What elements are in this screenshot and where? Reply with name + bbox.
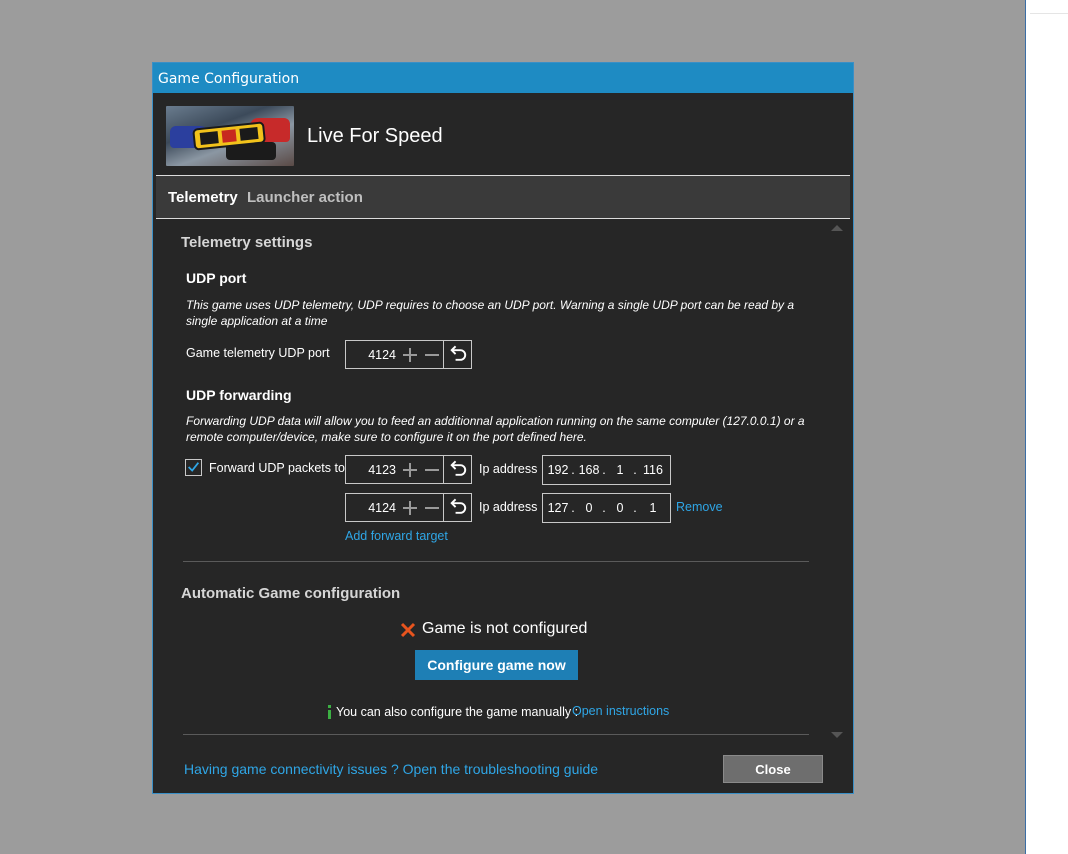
tab-bar: Telemetry Launcher action: [156, 175, 850, 219]
ip-octet[interactable]: 0: [578, 501, 600, 515]
forward-target-2-port[interactable]: 4124: [350, 501, 396, 515]
minus-icon[interactable]: [422, 498, 442, 518]
ip-octet[interactable]: 116: [642, 463, 664, 477]
checkmark-icon: [188, 462, 200, 472]
game-name: Live For Speed: [307, 125, 443, 147]
troubleshooting-guide-link[interactable]: Having game connectivity issues ? Open t…: [184, 761, 598, 777]
minus-icon[interactable]: [422, 345, 442, 365]
ip-dot: .: [633, 463, 637, 477]
udp-port-title: UDP port: [186, 270, 247, 286]
udp-forwarding-title: UDP forwarding: [186, 387, 292, 403]
ip-octet[interactable]: 192: [547, 463, 569, 477]
udp-port-label: Game telemetry UDP port: [186, 346, 330, 360]
udp-forwarding-description-line2: remote computer/device, make sure to con…: [186, 430, 587, 444]
ip-octet[interactable]: 1: [609, 463, 631, 477]
tab-telemetry[interactable]: Telemetry: [168, 189, 238, 206]
telemetry-settings-title: Telemetry settings: [181, 234, 313, 251]
close-button[interactable]: Close: [723, 755, 823, 783]
forward-udp-label: Forward UDP packets to: [209, 461, 345, 475]
ip-octet[interactable]: 127: [547, 501, 569, 515]
udp-port-stepper[interactable]: 4124: [345, 340, 472, 369]
udp-port-description-line1: This game uses UDP telemetry, UDP requir…: [186, 298, 795, 312]
udp-forwarding-description: Forwarding UDP data will allow you to fe…: [186, 413, 805, 445]
ip-address-label-1: Ip address: [479, 462, 538, 476]
footer-divider: [183, 734, 809, 735]
info-icon: [328, 705, 331, 719]
ip-address-field-2[interactable]: 127 . 0 . 0 . 1: [542, 493, 671, 523]
ip-address-label-2: Ip address: [479, 500, 538, 514]
forward-target-1-port-stepper[interactable]: 4123: [345, 455, 472, 484]
ip-dot: .: [633, 501, 637, 515]
section-divider: [183, 561, 809, 562]
remove-target-link[interactable]: Remove: [676, 500, 723, 514]
minus-icon[interactable]: [422, 460, 442, 480]
ip-octet[interactable]: 168: [578, 463, 600, 477]
manual-config-text: You can also configure the game manually…: [336, 705, 579, 719]
ip-address-field-1[interactable]: 192 . 168 . 1 . 116: [542, 455, 671, 485]
configure-game-button[interactable]: Configure game now: [415, 650, 578, 680]
dialog-title: Game Configuration: [158, 71, 300, 87]
forward-target-2-port-stepper[interactable]: 4124: [345, 493, 472, 522]
udp-port-value[interactable]: 4124: [350, 348, 396, 362]
pane-divider: [1030, 13, 1068, 14]
plus-icon[interactable]: [400, 460, 420, 480]
tab-launcher-action[interactable]: Launcher action: [247, 189, 363, 206]
config-status-text: Game is not configured: [422, 620, 588, 637]
ip-dot: .: [571, 463, 575, 477]
udp-port-description-line2: single application at a time: [186, 314, 328, 328]
ip-dot: .: [602, 501, 606, 515]
ip-octet[interactable]: 1: [642, 501, 664, 515]
ip-octet[interactable]: 0: [609, 501, 631, 515]
automatic-config-title: Automatic Game configuration: [181, 585, 401, 602]
udp-forwarding-description-line1: Forwarding UDP data will allow you to fe…: [186, 414, 805, 428]
forward-udp-checkbox[interactable]: [185, 459, 202, 476]
scroll-up-arrow-icon[interactable]: [831, 223, 843, 231]
plus-icon[interactable]: [400, 345, 420, 365]
ip-dot: .: [602, 463, 606, 477]
background-window-pane: [1025, 0, 1068, 854]
game-thumbnail: [166, 106, 294, 166]
reset-undo-icon[interactable]: [443, 456, 471, 483]
add-forward-target-link[interactable]: Add forward target: [345, 529, 448, 543]
ip-dot: .: [571, 501, 575, 515]
open-instructions-link[interactable]: Open instructions: [572, 704, 669, 718]
reset-undo-icon[interactable]: [443, 341, 471, 368]
plus-icon[interactable]: [400, 498, 420, 518]
dialog-titlebar[interactable]: Game Configuration: [153, 63, 853, 93]
scroll-down-arrow-icon[interactable]: [831, 732, 843, 740]
game-configuration-dialog: Game Configuration Live For Speed Teleme…: [152, 62, 854, 794]
forward-target-1-port[interactable]: 4123: [350, 463, 396, 477]
error-x-icon: [400, 622, 416, 638]
udp-port-description: This game uses UDP telemetry, UDP requir…: [186, 297, 794, 329]
reset-undo-icon[interactable]: [443, 494, 471, 521]
